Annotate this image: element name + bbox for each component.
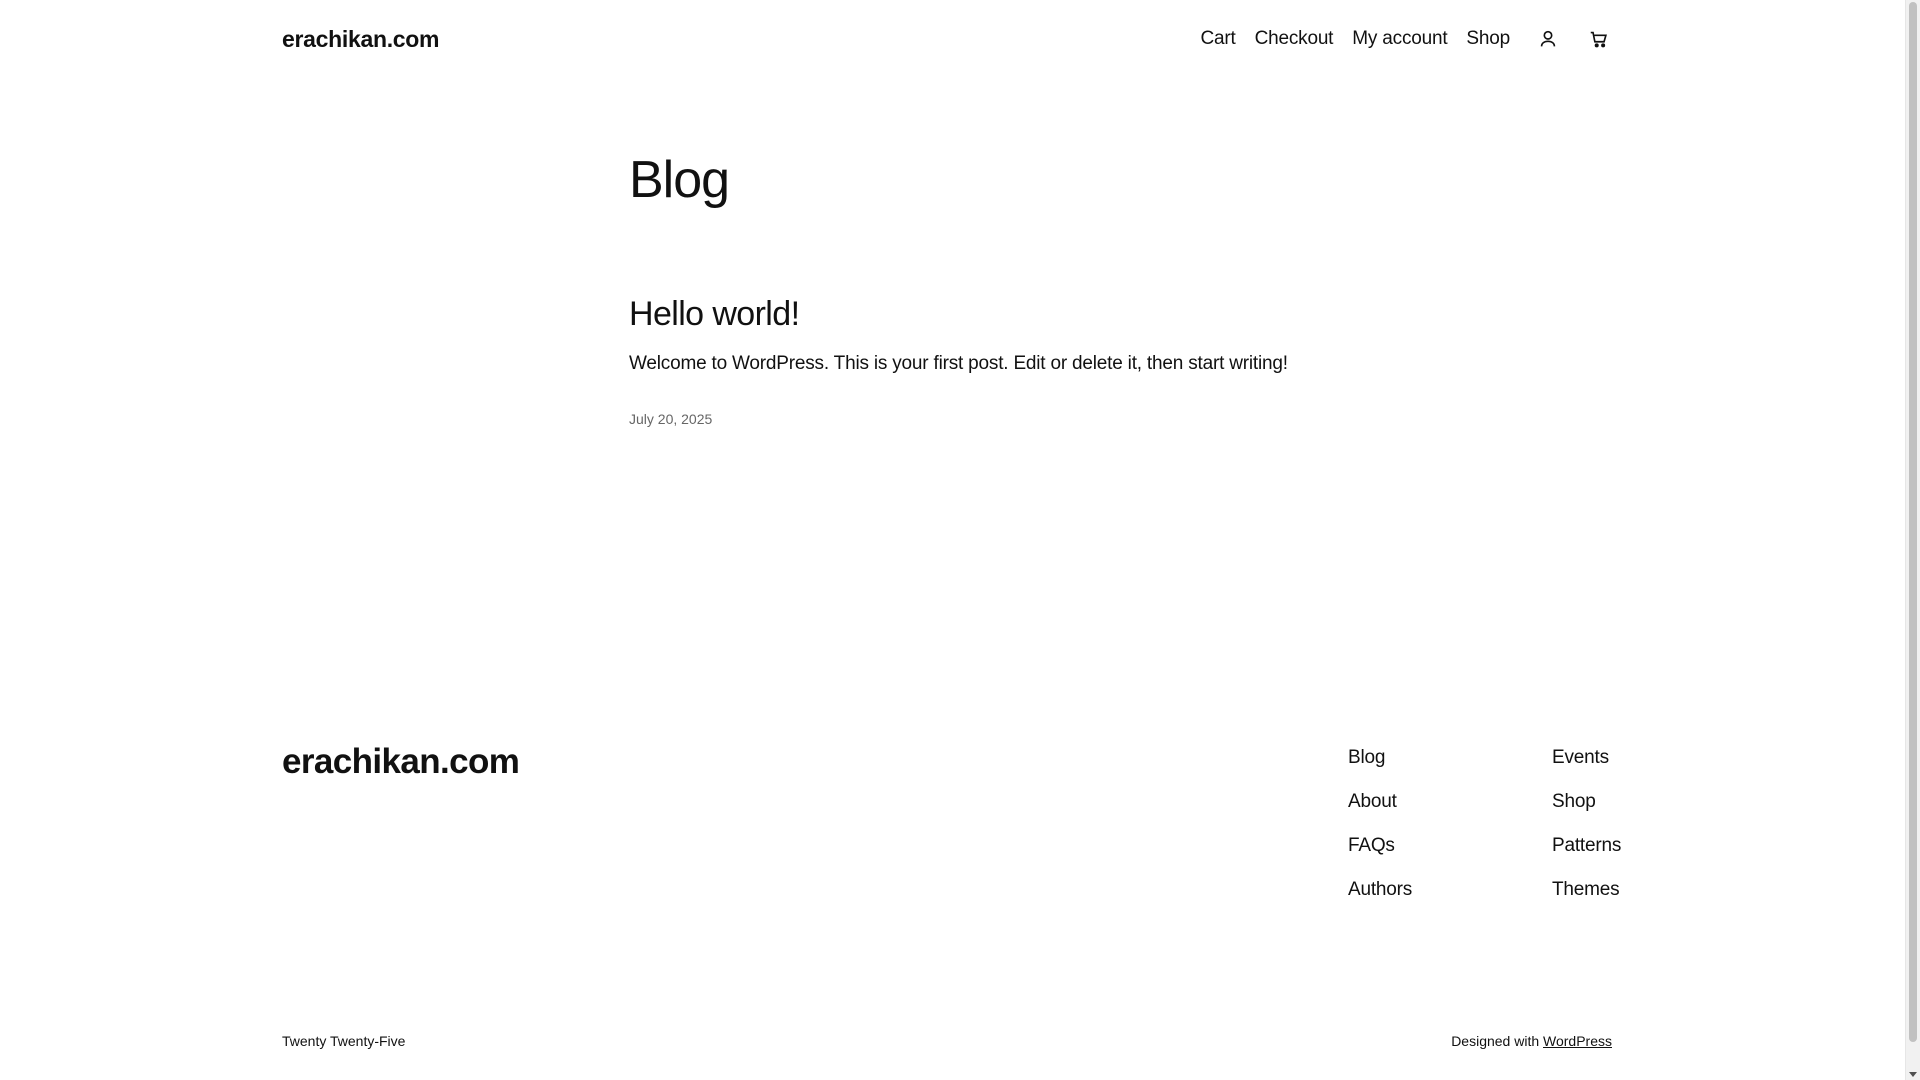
nav-checkout-link[interactable]: Checkout bbox=[1255, 28, 1334, 50]
top-navigation: Cart Checkout My account Shop bbox=[1200, 26, 1612, 52]
nav-cart-link[interactable]: Cart bbox=[1200, 28, 1235, 50]
footer-site-title-link[interactable]: erachikan.com bbox=[282, 742, 520, 782]
page-title: Blog bbox=[629, 151, 730, 209]
footer-link-authors[interactable]: Authors bbox=[1348, 878, 1412, 902]
nav-my-account-link[interactable]: My account bbox=[1352, 28, 1447, 50]
scrollbar-thumb[interactable] bbox=[1909, 2, 1917, 1042]
footer-link-shop[interactable]: Shop bbox=[1552, 790, 1621, 814]
footer-nav-column-1: Blog About FAQs Authors bbox=[1348, 746, 1412, 902]
vertical-scrollbar[interactable] bbox=[1905, 0, 1920, 1080]
nav-shop-link[interactable]: Shop bbox=[1466, 28, 1510, 50]
footer-theme-name: Twenty Twenty-Five bbox=[282, 1033, 406, 1049]
post-date: July 20, 2025 bbox=[629, 411, 713, 427]
post-excerpt: Welcome to WordPress. This is your first… bbox=[629, 353, 1288, 374]
page: erachikan.com Cart Checkout My account S… bbox=[0, 0, 1905, 1080]
footer-link-about[interactable]: About bbox=[1348, 790, 1412, 814]
post-title-link[interactable]: Hello world! bbox=[629, 295, 800, 334]
footer-link-faqs[interactable]: FAQs bbox=[1348, 834, 1412, 858]
footer-credit: Designed with WordPress bbox=[1451, 1033, 1612, 1049]
scroll-down-arrow-icon[interactable] bbox=[1909, 1072, 1917, 1077]
footer-link-blog[interactable]: Blog bbox=[1348, 746, 1412, 770]
footer-nav-column-2: Events Shop Patterns Themes bbox=[1552, 746, 1621, 902]
footer-link-events[interactable]: Events bbox=[1552, 746, 1621, 770]
footer-link-patterns[interactable]: Patterns bbox=[1552, 834, 1621, 858]
user-icon[interactable] bbox=[1535, 26, 1561, 52]
footer-link-themes[interactable]: Themes bbox=[1552, 878, 1621, 902]
site-title-link[interactable]: erachikan.com bbox=[282, 26, 439, 53]
wordpress-link[interactable]: WordPress bbox=[1543, 1033, 1612, 1049]
footer-credit-prefix: Designed with bbox=[1451, 1033, 1544, 1049]
cart-icon[interactable] bbox=[1586, 26, 1612, 52]
